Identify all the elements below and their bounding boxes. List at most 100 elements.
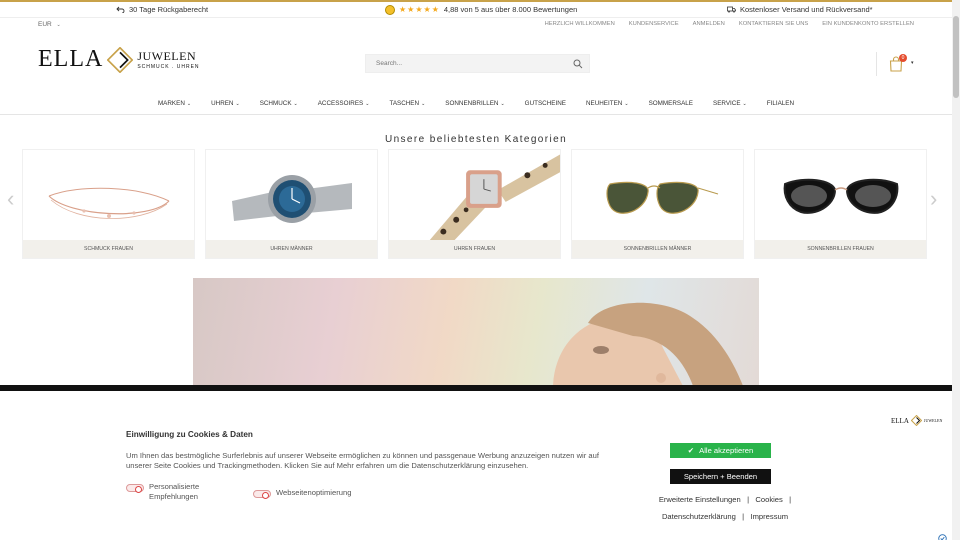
contact-link[interactable]: KONTAKTIEREN SIE UNS <box>739 21 808 27</box>
return-arrow-icon <box>116 6 125 13</box>
site-logo[interactable]: ELLA JUWELEN SCHMUCK . UHREN <box>38 46 200 73</box>
nav-item-sonnenbrillen[interactable]: SONNENBRILLEN ⌄ <box>435 100 514 107</box>
nav-label: SONNENBRILLEN <box>445 100 499 107</box>
womens-watch-image <box>428 154 560 242</box>
carousel-next-arrow-icon[interactable]: › <box>930 186 937 212</box>
chevron-down-icon: ⌄ <box>186 101 192 107</box>
bracelet-image <box>48 187 169 219</box>
toggle-label: Personalisierte Empfehlungen <box>149 482 200 501</box>
rating-widget[interactable]: ★★★★★ 4,88 von 5 aus über 8.000 Bewertun… <box>385 4 578 15</box>
welcome-text: HERZLICH WILLKOMMEN <box>544 21 615 27</box>
consent-shield-icon[interactable] <box>938 534 947 540</box>
chevron-down-icon: ⌄ <box>421 101 426 107</box>
trusted-shops-badge-icon <box>385 4 395 15</box>
search-box <box>365 54 590 73</box>
logo-diamond-icon <box>910 415 922 426</box>
nav-label: GUTSCHEINE <box>524 100 566 107</box>
toggle-label: Webseitenoptimierung <box>276 488 352 497</box>
nav-label: MARKEN <box>157 100 185 107</box>
logo-ella-text: ELLA <box>38 46 104 72</box>
carousel-prev-arrow-icon[interactable]: ‹ <box>7 186 14 212</box>
aviator-sunglasses-image <box>605 181 718 214</box>
search-input[interactable] <box>376 60 566 67</box>
hero-model-image <box>553 302 743 386</box>
advanced-settings-link[interactable]: Erweiterte Einstellungen <box>659 495 741 504</box>
cat-eye-sunglasses-image <box>783 178 898 214</box>
accept-all-label: Alle akzeptieren <box>699 446 754 455</box>
nav-item-sommersale[interactable]: SOMMERSALE <box>639 100 703 107</box>
rating-stars: ★★★★★ <box>399 5 440 14</box>
toggle-website-optimization[interactable]: Webseitenoptimierung <box>253 488 352 499</box>
chevron-down-icon: ⌄ <box>500 101 505 107</box>
logo-subtitle: SCHMUCK . UHREN <box>137 64 200 70</box>
toggle-switch[interactable] <box>126 484 144 493</box>
checkmark-icon: ✔ <box>687 446 695 455</box>
category-carousel: SCHMUCK FRAUEN UHREN MÄNNER UHREN FRAUEN… <box>22 149 930 259</box>
category-card-schmuck-frauen[interactable]: SCHMUCK FRAUEN <box>22 149 195 259</box>
privacy-policy-link[interactable]: Datenschutzerklärung <box>662 512 736 521</box>
link-separator: | <box>742 512 745 521</box>
nav-item-schmuck[interactable]: SCHMUCK ⌄ <box>250 100 308 107</box>
rating-text: 4,88 von 5 aus über 8.000 Bewertungen <box>443 5 578 14</box>
usp-returns: 30 Tage Rückgaberecht <box>116 5 208 14</box>
category-card-sonnenbrillen-frauen[interactable]: SONNENBRILLEN FRAUEN <box>754 149 927 259</box>
nav-label: UHREN <box>211 100 234 107</box>
nav-item-service[interactable]: SERVICE ⌄ <box>703 100 757 107</box>
chevron-down-icon: ⌄ <box>293 101 298 107</box>
page-scrollbar[interactable] <box>952 0 960 540</box>
chevron-down-icon: ⌄ <box>624 101 629 107</box>
cookie-links: Erweiterte Einstellungen | Cookies | Dat… <box>650 491 800 525</box>
currency-switcher[interactable]: EUR ⌄ <box>38 21 61 28</box>
category-label: UHREN FRAUEN <box>389 240 560 258</box>
nav-item-neuheiten[interactable]: NEUHEITEN ⌄ <box>576 100 639 107</box>
usp-shipping: Kostenloser Versand und Rückversand* <box>727 5 873 14</box>
cart-count-badge: 0 <box>899 54 907 62</box>
nav-item-marken[interactable]: MARKEN ⌄ <box>148 100 201 107</box>
logo-diamond-icon <box>107 46 134 73</box>
nav-label: SOMMERSALE <box>648 100 694 107</box>
nav-item-accessoires[interactable]: ACCESSOIRES ⌄ <box>308 100 380 107</box>
site-header: EUR ⌄ HERZLICH WILLKOMMEN KUNDENSERVICE … <box>0 18 952 90</box>
search-icon[interactable] <box>573 59 583 69</box>
nav-item-gutscheine[interactable]: GUTSCHEINE <box>515 100 576 107</box>
accept-all-button[interactable]: ✔ Alle akzeptieren <box>670 443 771 458</box>
hero-banner[interactable] <box>193 278 759 386</box>
category-label: SONNENBRILLEN FRAUEN <box>755 240 926 258</box>
create-account-link[interactable]: EIN KUNDENKONTO ERSTELLEN <box>822 21 914 27</box>
cookies-link[interactable]: Cookies <box>755 495 782 504</box>
category-card-uhren-maenner[interactable]: UHREN MÄNNER <box>205 149 378 259</box>
toggle-personalized-recommendations[interactable]: Personalisierte Empfehlungen <box>126 482 219 502</box>
category-label: UHREN MÄNNER <box>206 240 377 258</box>
cookie-banner-logo: ELLA JUWELEN <box>891 415 942 426</box>
nav-item-filialen[interactable]: FILIALEN <box>757 100 804 107</box>
category-card-sonnenbrillen-maenner[interactable]: SONNENBRILLEN MÄNNER <box>571 149 744 259</box>
nav-item-uhren[interactable]: UHREN ⌄ <box>201 100 250 107</box>
categories-heading: Unsere beliebtesten Kategorien <box>384 134 568 145</box>
nav-label: FILIALEN <box>766 100 795 107</box>
usp-bar: 30 Tage Rückgaberecht ★★★★★ 4,88 von 5 a… <box>0 0 952 18</box>
link-separator: | <box>789 495 792 504</box>
nav-label: ACCESSOIRES <box>317 100 364 107</box>
chevron-down-icon: ⌄ <box>365 101 370 107</box>
currency-label: EUR <box>38 21 52 28</box>
truck-icon <box>727 6 736 13</box>
cart-button[interactable]: 0 ▾ <box>876 52 916 76</box>
mens-watch-image <box>231 175 352 223</box>
scrollbar-thumb[interactable] <box>953 16 959 98</box>
imprint-link[interactable]: Impressum <box>750 512 788 521</box>
customer-service-link[interactable]: KUNDENSERVICE <box>629 21 679 27</box>
nav-label: TASCHEN <box>389 100 420 107</box>
cookie-logo-juwelen: JUWELEN <box>923 418 943 423</box>
main-navigation: MARKEN ⌄ UHREN ⌄ SCHMUCK ⌄ ACCESSOIRES ⌄ TAS… <box>0 93 952 115</box>
nav-label: SERVICE <box>713 100 741 107</box>
cookie-description: Um Ihnen das bestmögliche Surferlebnis a… <box>126 451 599 470</box>
chevron-down-icon: ⌄ <box>235 101 240 107</box>
nav-label: NEUHEITEN <box>585 100 623 107</box>
logo-juwelen-text: JUWELEN <box>137 49 197 63</box>
nav-item-taschen[interactable]: TASCHEN ⌄ <box>379 100 435 107</box>
category-card-uhren-frauen[interactable]: UHREN FRAUEN <box>388 149 561 259</box>
save-and-close-button[interactable]: Speichern + Beenden <box>670 469 771 484</box>
chevron-down-icon: ⌄ <box>56 22 61 28</box>
toggle-switch[interactable] <box>253 490 271 499</box>
login-link[interactable]: ANMELDEN <box>693 21 725 27</box>
